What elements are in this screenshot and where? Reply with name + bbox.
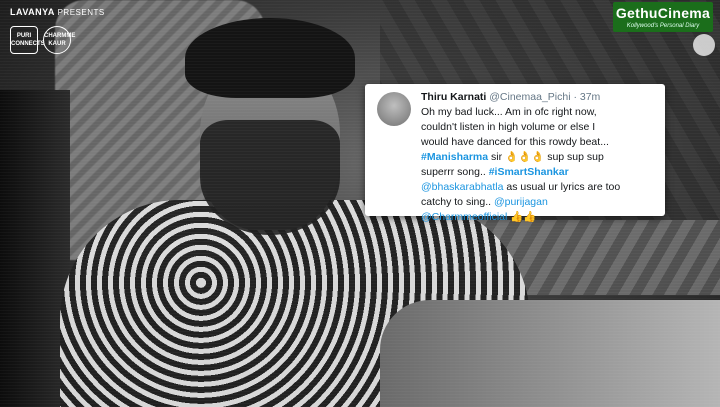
presenter-word: PRESENTS	[57, 8, 105, 17]
photo-frame: LAVANYA PRESENTS PURI CONNECTS CHARMME K…	[0, 0, 720, 407]
tweet-handle: @Cinemaa_Pichi	[489, 91, 571, 103]
tweet-author-name: Thiru Karnati	[421, 91, 487, 103]
puri-connects-logo: PURI CONNECTS	[10, 26, 45, 54]
mention-link[interactable]: @purijagan	[494, 196, 548, 208]
tweet-line: Oh my bad luck... Am in ofc right now,	[421, 106, 597, 118]
thumbs-up-emoji-icon: 👍👍	[507, 211, 537, 223]
hashtag-link[interactable]: #iSmartShankar	[489, 166, 569, 178]
mention-link[interactable]: @Charmmeofficial	[421, 211, 507, 223]
tweet-line: @bhaskarabhatla as usual ur lyrics are t…	[421, 180, 657, 195]
tweet-card: Thiru Karnati @Cinemaa_Pichi · 37m Oh my…	[365, 84, 665, 223]
tweet-text: sir	[488, 151, 506, 163]
charmme-kaur-logo: CHARMME KAUR	[43, 26, 75, 54]
site-tagline: Kollywood's Personal Diary	[626, 23, 700, 29]
tweet-line: would have danced for this rowdy beat...	[421, 136, 609, 148]
tweet-text: as usual ur lyrics are too	[503, 181, 621, 193]
tweet-line: @Charmmeofficial 👍👍	[421, 210, 657, 225]
corner-badge-icon	[693, 34, 715, 56]
tweet-line: catchy to sing.. @purijagan	[421, 195, 657, 210]
tweet-text: catchy to sing..	[421, 196, 494, 208]
tweet-header: Thiru Karnati @Cinemaa_Pichi · 37m	[421, 90, 657, 104]
hashtag-link[interactable]: #Manisharma	[421, 151, 488, 163]
gethucinema-logo: GethuCinema Kollywood's Personal Diary	[613, 2, 713, 32]
avatar	[377, 92, 411, 126]
mention-link[interactable]: @bhaskarabhatla	[421, 181, 503, 193]
ok-hand-emoji-icon: 👌👌👌	[505, 151, 545, 163]
presenter-name: LAVANYA	[10, 7, 55, 17]
site-name: GethuCinema	[615, 5, 711, 21]
tweet-line: couldn't listen in high volume or else I	[421, 121, 596, 133]
tweet-body: Oh my bad luck... Am in ofc right now, c…	[421, 105, 657, 225]
tweet-line: #Manisharma sir 👌👌👌 sup sup sup	[421, 150, 657, 165]
tweet-text: sup sup sup	[544, 151, 604, 163]
tweet-text: superrr song..	[421, 166, 489, 178]
tweet-line: superrr song.. #iSmartShankar	[421, 165, 657, 180]
presenter-credit: LAVANYA PRESENTS	[10, 7, 105, 17]
tweet-time: · 37m	[573, 91, 601, 103]
